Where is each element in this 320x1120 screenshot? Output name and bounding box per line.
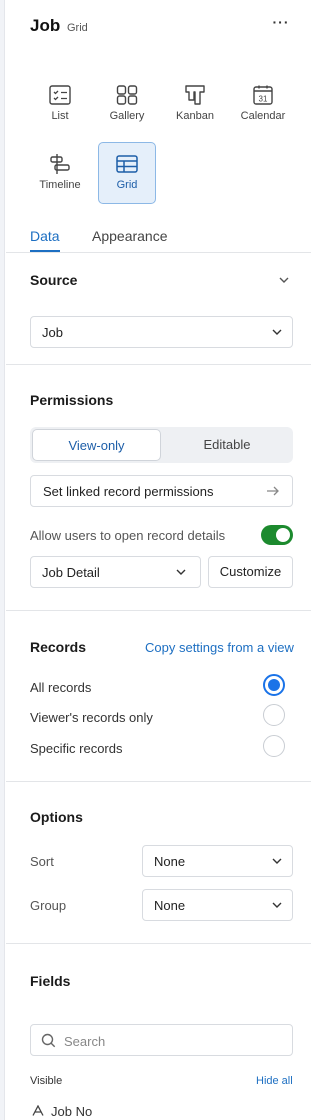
view-option-label: Calendar (240, 110, 286, 122)
sort-label: Sort (30, 854, 54, 869)
allow-record-details-label: Allow users to open record details (30, 528, 226, 543)
records-option-label: Specific records (30, 741, 123, 756)
source-select[interactable]: Job (30, 316, 293, 348)
view-settings-panel: Job Grid ··· List Gallery Kanban 31 Cale… (6, 0, 311, 1120)
divider (6, 943, 311, 944)
record-detail-select[interactable]: Job Detail (30, 556, 201, 588)
text-field-icon (32, 1105, 44, 1116)
view-option-list[interactable]: List (31, 74, 89, 136)
view-option-label: Timeline (39, 179, 81, 191)
view-option-kanban[interactable]: Kanban (166, 74, 224, 136)
divider (6, 781, 311, 782)
specific-records-radio[interactable] (263, 735, 285, 757)
customize-button[interactable]: Customize (208, 556, 293, 588)
divider (6, 610, 311, 611)
chevron-down-icon (272, 329, 282, 335)
divider (6, 252, 311, 253)
sort-select[interactable]: None (142, 845, 293, 877)
more-options-button[interactable]: ··· (270, 14, 292, 36)
editable-option[interactable]: Editable (163, 429, 291, 461)
group-select-value: None (154, 898, 186, 913)
record-detail-select-value: Job Detail (42, 565, 100, 580)
set-linked-record-permissions-label: Set linked record permissions (43, 484, 214, 499)
tab-data[interactable]: Data (30, 228, 60, 244)
arrow-right-icon (267, 486, 279, 496)
records-section-title: Records (30, 639, 87, 655)
timeline-icon (50, 154, 70, 174)
view-only-option[interactable]: View-only (32, 429, 161, 461)
source-section-title: Source (30, 272, 78, 288)
group-label: Group (30, 898, 67, 913)
chevron-down-icon (272, 858, 282, 864)
records-option-label: Viewer's records only (30, 710, 153, 725)
source-select-value: Job (42, 325, 63, 340)
chevron-down-icon (272, 902, 282, 908)
copy-settings-link[interactable]: Copy settings from a view (145, 640, 294, 655)
view-title: Job (30, 16, 61, 35)
tab-appearance[interactable]: Appearance (92, 228, 168, 244)
view-option-label: Grid (116, 179, 138, 191)
set-linked-record-permissions-button[interactable]: Set linked record permissions (30, 475, 293, 507)
left-rail (0, 0, 5, 1120)
permissions-section-title: Permissions (30, 392, 114, 408)
svg-text:31: 31 (259, 95, 268, 104)
chevron-down-icon (176, 569, 186, 575)
kanban-icon (185, 85, 205, 105)
view-type-subtitle: Grid (67, 22, 88, 34)
list-checklist-icon (49, 85, 71, 105)
grid-table-icon (116, 155, 138, 173)
view-option-label: Kanban (176, 110, 214, 122)
group-select[interactable]: None (142, 889, 293, 921)
chevron-down-icon[interactable] (278, 274, 290, 286)
sort-select-value: None (154, 854, 186, 869)
fields-search-box (30, 1024, 293, 1056)
field-name: Job No (51, 1104, 93, 1119)
calendar-icon: 31 (253, 85, 273, 105)
gallery-grid-icon (116, 85, 138, 105)
viewers-records-radio[interactable] (263, 704, 285, 726)
view-option-calendar[interactable]: 31 Calendar (234, 74, 292, 136)
allow-record-details-toggle[interactable] (261, 525, 293, 545)
view-option-gallery[interactable]: Gallery (98, 74, 156, 136)
permissions-segmented-control: View-only Editable (30, 427, 293, 463)
records-option-label: All records (30, 680, 92, 695)
view-option-grid[interactable]: Grid (98, 142, 156, 204)
field-item[interactable]: Job No (30, 1103, 293, 1120)
hide-all-button[interactable]: Hide all (256, 1075, 293, 1087)
toggle-knob (276, 528, 290, 542)
view-option-timeline[interactable]: Timeline (31, 143, 89, 205)
all-records-radio[interactable] (263, 674, 285, 696)
divider (6, 364, 311, 365)
options-section-title: Options (30, 809, 83, 825)
view-option-label: List (51, 110, 69, 122)
visible-fields-label: Visible (30, 1075, 63, 1087)
view-option-label: Gallery (109, 110, 145, 122)
fields-section-title: Fields (30, 973, 71, 989)
search-icon (41, 1033, 56, 1048)
fields-search-input[interactable] (64, 1031, 284, 1051)
